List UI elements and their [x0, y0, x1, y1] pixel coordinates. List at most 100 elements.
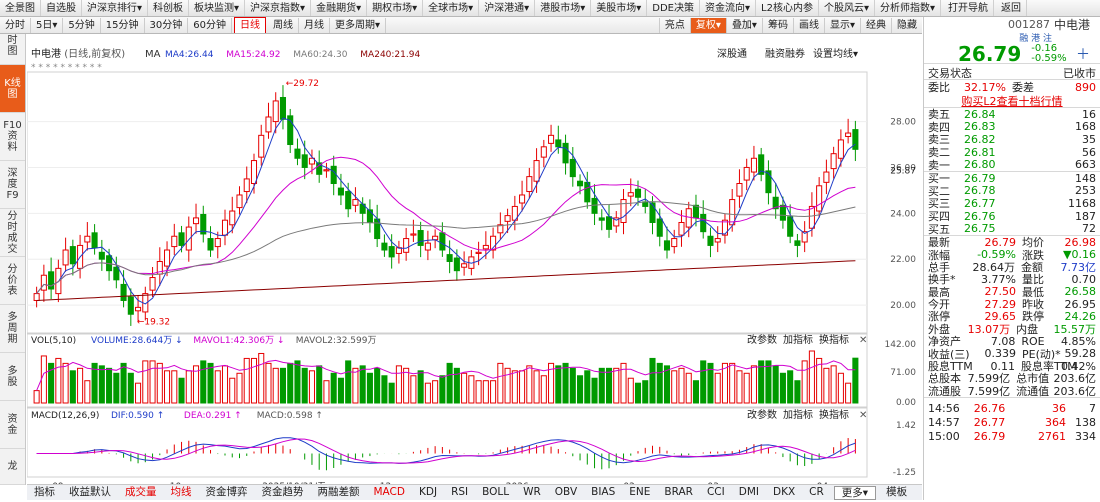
period-tab[interactable]: 月线 — [299, 17, 330, 33]
indicator-tab[interactable]: WR — [516, 485, 548, 500]
tool-button[interactable]: 筹码 — [761, 17, 793, 33]
top-menu-item[interactable]: 板块监测▾ — [189, 0, 246, 16]
indicator-tab[interactable]: BRAR — [657, 485, 700, 500]
left-tab[interactable]: 多股 — [0, 353, 25, 401]
panel-button[interactable]: 加指标 — [783, 408, 813, 421]
panel-button[interactable]: 改参数 — [747, 333, 777, 346]
tool-button[interactable]: 画线 — [792, 17, 824, 33]
panel-button[interactable]: 加指标 — [783, 333, 813, 346]
volume-bar — [164, 370, 171, 404]
volume-bar — [555, 365, 562, 404]
top-menu-item[interactable]: 沪深港通▾ — [479, 0, 536, 16]
tool-button[interactable]: 复权▾ — [689, 17, 726, 33]
indicator-tab[interactable]: MACD — [367, 485, 412, 500]
left-tab[interactable]: K线图 — [0, 65, 25, 113]
indicator-tab[interactable]: 资金博弈 — [199, 485, 255, 500]
left-tab[interactable]: 分价表 — [0, 257, 25, 305]
chart-link[interactable]: 深股通 — [717, 48, 747, 60]
ma-prefix: MA — [145, 49, 161, 60]
period-tab[interactable]: 5日▾ — [31, 17, 64, 33]
candle-body — [685, 208, 692, 228]
left-tab[interactable]: F10资料 — [0, 113, 25, 161]
period-toolbar: 分时 5日▾ 5分钟 15分钟 30分钟 60分钟 日线 周线 月线 更多周期▾ 亮点 复权▾ 叠加▾ 筹… — [0, 17, 922, 34]
tool-button[interactable]: 显示▾ — [823, 17, 860, 33]
l2-upgrade-link[interactable]: 购买L2查看十档行情 — [961, 93, 1062, 109]
top-menu-item[interactable]: 科创板 — [148, 0, 190, 16]
indicator-tab[interactable]: 均线 — [164, 485, 199, 500]
candle-body — [779, 204, 786, 221]
tool-button[interactable]: 叠加▾ — [725, 17, 762, 33]
period-tab[interactable]: 15分钟 — [101, 17, 145, 33]
top-menu-item[interactable]: 资金流向▾ — [700, 0, 757, 16]
top-menu-item[interactable]: 期权市场▾ — [367, 0, 424, 16]
period-tab[interactable]: 60分钟 — [188, 17, 232, 33]
top-menu-item[interactable]: 港股市场▾ — [535, 0, 592, 16]
indicator-tab[interactable]: RSI — [444, 485, 475, 500]
left-tab[interactable]: 多周期 — [0, 305, 25, 353]
top-menu-item[interactable]: 个股风云▾ — [819, 0, 875, 16]
chart-link[interactable]: 融资融券 — [765, 47, 805, 60]
indicator-tab[interactable]: 成交量 — [118, 485, 164, 500]
asks-volume: 35 — [1082, 132, 1096, 146]
panel-close-icon[interactable]: ✕ — [859, 410, 867, 421]
tool-button[interactable]: 亮点 — [658, 17, 690, 33]
top-menu-item[interactable]: 全球市场▾ — [423, 0, 480, 16]
bids-volume: 72 — [1082, 222, 1096, 236]
left-tab[interactable]: 分时成交 — [0, 209, 25, 257]
indicator-tab[interactable]: 资金趋势 — [255, 485, 311, 500]
top-menu-item[interactable]: 沪深京排行▾ — [82, 0, 149, 16]
top-menu-item[interactable]: 沪深京指数▾ — [245, 0, 312, 16]
indicator-tab[interactable]: CR — [802, 485, 831, 500]
left-tab[interactable]: 资金 — [0, 401, 25, 449]
indicator-tab[interactable]: OBV — [548, 485, 584, 500]
panel-button[interactable]: 换指标 — [819, 408, 849, 421]
top-menu-item[interactable]: 返回 — [996, 0, 1028, 16]
volume-bar — [330, 372, 337, 404]
panel-close-icon[interactable]: ✕ — [859, 335, 867, 346]
tool-button[interactable]: 经典 — [860, 17, 891, 33]
period-tab[interactable]: 日线 — [233, 17, 266, 33]
volume-bar — [229, 377, 236, 404]
volume-bar — [634, 382, 642, 404]
indicator-tab[interactable]: ENE — [622, 485, 657, 500]
indicator-tab[interactable]: BOLL — [475, 485, 516, 500]
indicator-tab[interactable]: CCI — [700, 485, 732, 500]
indicator-tab[interactable]: 模板 — [879, 485, 914, 500]
top-menu-item[interactable]: 分析师指数▾ — [875, 0, 942, 16]
top-menu-item[interactable]: 美股市场▾ — [591, 0, 648, 16]
candle-body — [700, 213, 707, 233]
period-tab[interactable]: 5分钟 — [63, 17, 101, 33]
indicator-tab[interactable]: 更多▾ — [833, 485, 877, 500]
panel-button[interactable]: 改参数 — [747, 408, 777, 421]
vol-label: MAVOL2:32.599万 — [296, 336, 377, 346]
kline-chart-area[interactable]: 中电港 (日线,前复权) MA MA4:26.44 MA15:24.92 MA60:24… — [27, 34, 922, 502]
top-menu-item[interactable]: 打开导航 — [943, 0, 995, 16]
period-tab[interactable]: 周线 — [268, 17, 299, 33]
chart-link[interactable]: 设置均线▾ — [813, 47, 858, 60]
indicator-tab[interactable]: BIAS — [584, 485, 622, 500]
left-tab[interactable]: 龙 — [0, 449, 25, 485]
indicator-tab[interactable]: DMI — [732, 485, 766, 500]
indicator-tab[interactable]: DKX — [766, 485, 802, 500]
top-menu-item[interactable]: DDE决策 — [647, 0, 700, 16]
indicator-tab[interactable]: 两融差额 — [311, 485, 367, 500]
left-tab[interactable]: 深度F9 — [0, 161, 25, 209]
indicator-tab[interactable]: 指标 — [27, 485, 62, 500]
indicator-tab[interactable]: KDJ — [412, 485, 444, 500]
top-menu-item[interactable]: 全景图 — [0, 0, 41, 16]
volume-bar — [221, 365, 229, 404]
top-menu-item[interactable]: L2核心内参 — [756, 0, 819, 16]
indicator-tab[interactable]: 收益默认 — [62, 485, 118, 500]
top-menu-item[interactable]: 金融期货▾ — [311, 0, 368, 16]
add-watchlist-icon[interactable]: ＋ — [1076, 44, 1090, 64]
period-tab[interactable]: 分时 — [0, 17, 31, 33]
volume-bar — [475, 380, 482, 404]
top-menu-item[interactable]: 自选股 — [41, 0, 82, 16]
period-tab[interactable]: 30分钟 — [145, 17, 189, 33]
asks-row: 卖五 26.84 16 — [924, 108, 1100, 122]
volume-bar — [250, 357, 258, 404]
panel-button[interactable]: 换指标 — [819, 333, 849, 346]
tool-button[interactable]: 隐藏 — [891, 17, 922, 33]
volume-bar — [729, 362, 736, 404]
period-tab[interactable]: 更多周期▾ — [330, 17, 386, 33]
